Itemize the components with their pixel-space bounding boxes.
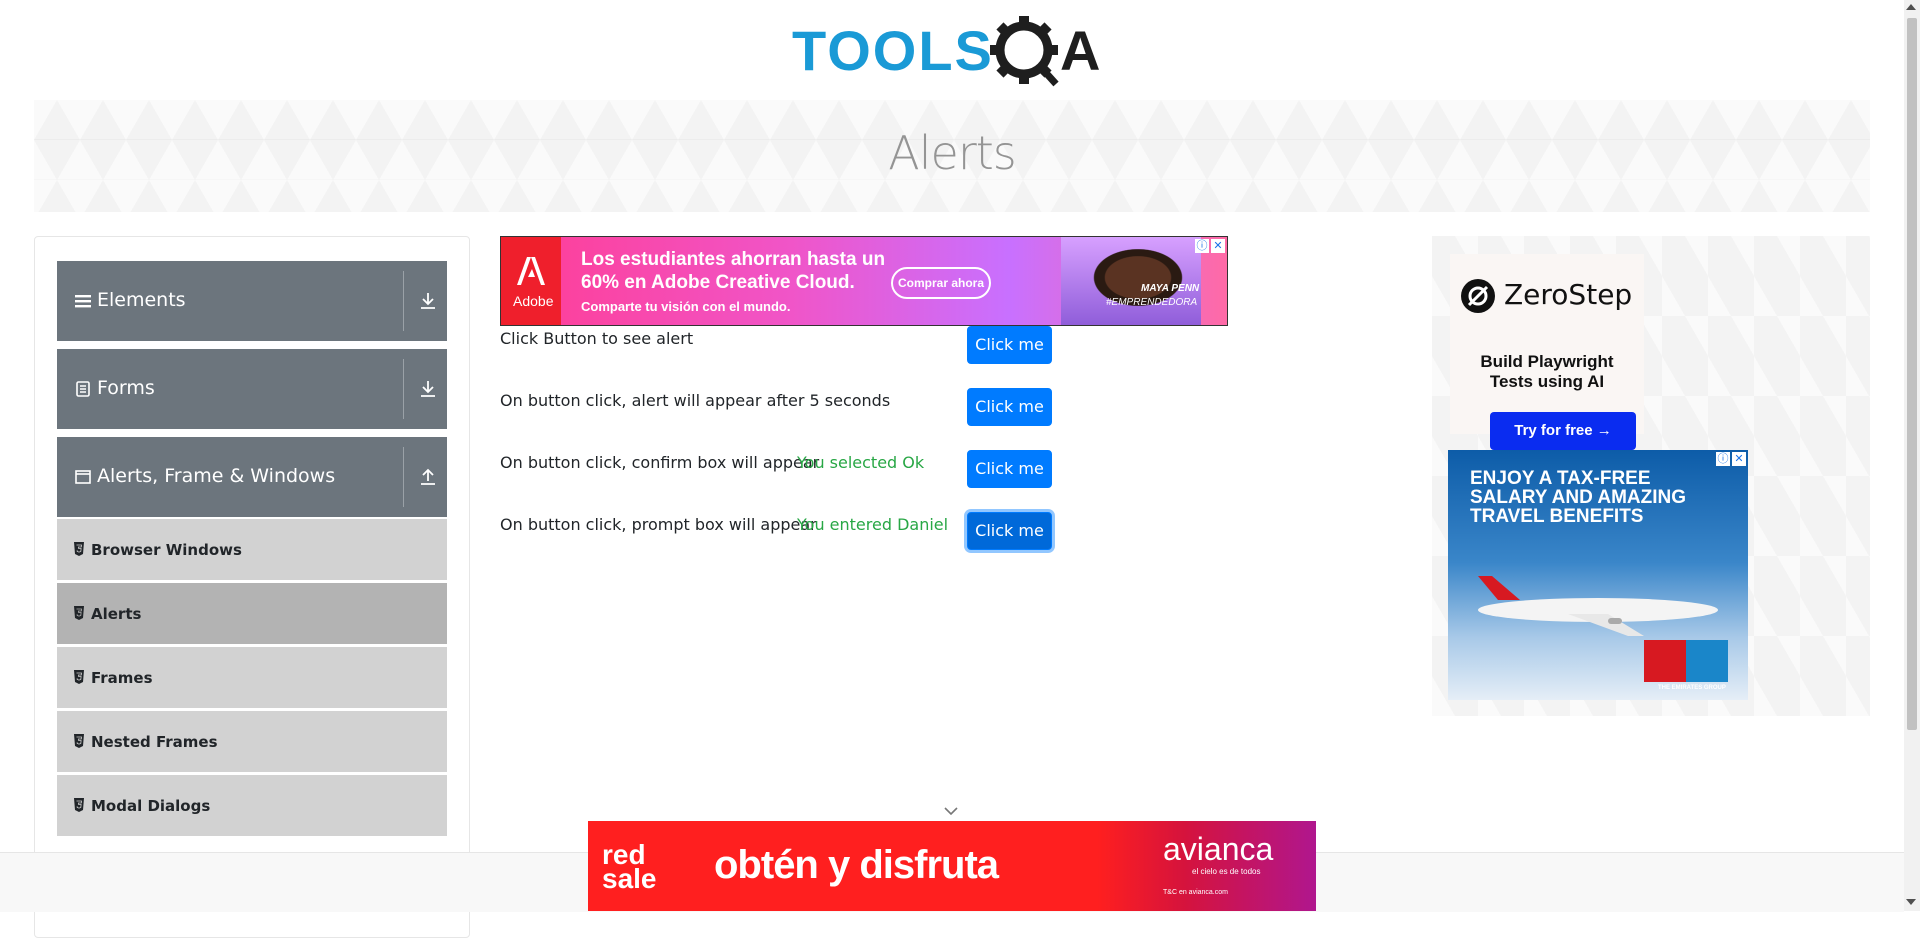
avianca-tagline: el cielo es de todos [1192, 867, 1261, 876]
scroll-down-arrow-icon[interactable] [1906, 899, 1916, 905]
window-icon [75, 470, 91, 484]
ad-terms: T&C en avianca.com [1163, 889, 1228, 896]
zerostep-tagline-2: Tests using AI [1489, 372, 1605, 391]
sidebar-group-label: Forms [97, 377, 155, 399]
confirm-row-label: On button click, confirm box will appear [500, 453, 820, 472]
sidebar-group-alerts-frame-windows[interactable]: Alerts, Frame & Windows [57, 437, 447, 517]
download-arrow-icon[interactable] [419, 379, 437, 399]
ad-cta-button[interactable]: Comprar ahora [891, 267, 991, 299]
avianca-ad-banner[interactable]: red sale obtén y disfruta avianca el cie… [588, 821, 1316, 911]
timer-alert-row-label: On button click, alert will appear after… [500, 391, 891, 410]
emirates-ad[interactable]: ENJOY A TAX-FREE SALARY AND AMAZING TRAV… [1448, 450, 1748, 700]
alert-row-label: Click Button to see alert [500, 329, 694, 348]
menu-icon [75, 295, 91, 308]
sidebar-item-label: Browser Windows [91, 541, 242, 559]
zerostep-tagline-1: Build Playwright [1480, 352, 1614, 371]
red-sale-line-2: sale [602, 863, 657, 894]
confirm-result: You selected Ok [797, 453, 925, 472]
zerostep-ad[interactable]: ZeroStep Build Playwright Tests using AI… [1450, 254, 1644, 450]
sidebar-item-frames[interactable]: Frames [57, 646, 447, 708]
left-sidebar: Elements Forms Alerts, Frame & Windows B… [34, 236, 470, 938]
prompt-row-label: On button click, prompt box will appear [500, 515, 817, 534]
html5-icon [74, 670, 84, 684]
right-ad-panel: ZeroStep Build Playwright Tests using AI… [1432, 236, 1870, 716]
zerostep-name: ZeroStep [1504, 278, 1633, 311]
sidebar-item-modal-dialogs[interactable]: Modal Dialogs [57, 774, 447, 836]
emirates-dnata-logos [1644, 640, 1728, 682]
ad-headline: obtén y disfruta [714, 843, 999, 887]
ad-close-icon[interactable]: ✕ [1211, 239, 1225, 253]
logo-text-a: A [1060, 19, 1100, 82]
divider [403, 447, 404, 507]
html5-icon [74, 542, 84, 556]
ad-info-icon[interactable]: ⓘ [1716, 452, 1730, 466]
gear-icon [990, 16, 1059, 87]
sidebar-item-label: Alerts [91, 605, 142, 623]
adobe-logo-block: Adobe [501, 237, 561, 325]
red-sale-logo: red sale [602, 841, 657, 894]
emirates-group-text: THE EMIRATES GROUP [1658, 685, 1726, 691]
ad-caption-tag: #EMPRENDEDORA [1106, 297, 1198, 308]
adobe-logo-icon [517, 257, 545, 285]
sidebar-group-forms[interactable]: Forms [57, 349, 447, 429]
divider [403, 271, 404, 331]
ad-person-image [1061, 237, 1201, 325]
emirates-headline-3: TRAVEL BENEFITS [1470, 506, 1644, 527]
sidebar-group-elements[interactable]: Elements [57, 261, 447, 341]
sidebar-group-label: Alerts, Frame & Windows [97, 465, 336, 487]
sidebar-item-nested-frames[interactable]: Nested Frames [57, 710, 447, 772]
page-title: Alerts [888, 126, 1016, 180]
confirm-button[interactable]: Click me [967, 450, 1052, 488]
toolsqa-logo[interactable]: TOOLS A [792, 14, 1114, 90]
airplane-image [1478, 576, 1718, 636]
ad-subline: Comparte tu visión con el mundo. [581, 299, 791, 314]
alert-button[interactable]: Click me [967, 326, 1052, 364]
adobe-brand-text: Adobe [513, 293, 554, 309]
chevron-down-icon[interactable] [944, 806, 958, 816]
ad-headline-2: 60% en Adobe Creative Cloud. [581, 272, 855, 293]
adobe-ad-banner[interactable]: Adobe Los estudiantes ahorran hasta un 6… [500, 236, 1228, 326]
logo-text-tools: TOOLS [792, 19, 994, 82]
scroll-up-arrow-icon[interactable] [1906, 4, 1916, 10]
ad-info-icon[interactable]: ⓘ [1195, 239, 1209, 253]
sidebar-item-label: Nested Frames [91, 733, 218, 751]
timer-alert-button[interactable]: Click me [967, 388, 1052, 426]
prompt-result: You entered Daniel [797, 515, 949, 534]
ad-close-icon[interactable]: ✕ [1732, 452, 1746, 466]
zerostep-logo-icon [1461, 279, 1495, 313]
upload-arrow-icon[interactable] [419, 467, 437, 487]
html5-icon [74, 606, 84, 620]
sidebar-item-label: Frames [91, 669, 153, 687]
ad-caption: MAYA PENN [1141, 283, 1200, 294]
download-arrow-icon[interactable] [419, 291, 437, 311]
html5-icon [74, 798, 84, 812]
sidebar-group-label: Elements [97, 289, 186, 311]
prompt-button[interactable]: Click me [967, 512, 1052, 550]
form-icon [76, 381, 90, 397]
sidebar-item-alerts[interactable]: Alerts [57, 582, 447, 644]
avianca-logo-text: avianca [1163, 831, 1274, 867]
scrollbar-thumb[interactable] [1907, 18, 1917, 730]
divider [403, 359, 404, 419]
sidebar-item-browser-windows[interactable]: Browser Windows [57, 518, 447, 580]
sidebar-item-label: Modal Dialogs [91, 797, 211, 815]
html5-icon [74, 734, 84, 748]
try-for-free-button[interactable]: Try for free → [1490, 412, 1636, 450]
ad-headline-1: Los estudiantes ahorran hasta un [581, 249, 886, 270]
page-banner: Alerts [34, 100, 1870, 212]
